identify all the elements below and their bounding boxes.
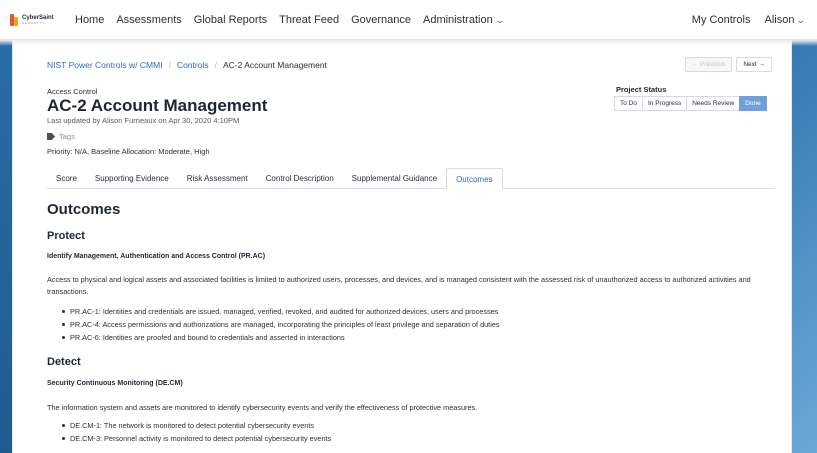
section-heading-detect: Detect <box>47 356 81 368</box>
outcomes-heading: Outcomes <box>47 201 121 218</box>
outcome-list: PR.AC-1: Identities and credentials are … <box>62 307 500 346</box>
list-item: PR.AC-6: Identities are proofed and boun… <box>62 333 500 346</box>
breadcrumb-separator: / <box>168 60 171 70</box>
project-status-group: To Do In Progress Needs Review Done <box>614 96 767 111</box>
control-detail-card: NIST Power Controls w/ CMMI / Controls /… <box>12 40 792 453</box>
user-name: Alison <box>764 13 795 26</box>
previous-button[interactable]: ← Previous <box>684 57 733 72</box>
nav-governance[interactable]: Governance <box>351 14 411 26</box>
chevron-down-icon: ⌄ <box>494 14 505 25</box>
tags-label: Tags <box>59 132 75 141</box>
user-menu[interactable]: Alison ⌄ <box>764 13 807 26</box>
status-in-progress-button[interactable]: In Progress <box>641 96 688 111</box>
breadcrumb-controls[interactable]: Controls <box>177 60 209 70</box>
breadcrumb-project[interactable]: NIST Power Controls w/ CMMI <box>47 60 163 70</box>
cybersaint-logo[interactable]: CyberSaint SECURITY <box>10 13 65 26</box>
tab-risk-assessment[interactable]: Risk Assessment <box>178 168 257 189</box>
last-updated-text: Last updated by Alison Furneaux on Apr 3… <box>47 116 240 125</box>
section-subheading: Security Continuous Monitoring (DE.CM) <box>47 380 183 387</box>
tags-link[interactable]: Tags <box>47 132 75 141</box>
header-shadow <box>0 40 817 46</box>
page-title: AC-2 Account Management <box>47 96 268 115</box>
tab-outcomes[interactable]: Outcomes <box>446 168 503 190</box>
nav-administration[interactable]: Administration ⌄ <box>423 13 505 26</box>
pager: ← Previous Next → <box>684 57 772 72</box>
logo-text: CyberSaint <box>22 14 54 21</box>
priority-text: Priority: N/A, Baseline Allocation: Mode… <box>47 147 210 156</box>
tab-score[interactable]: Score <box>47 168 86 189</box>
status-to-do-button[interactable]: To Do <box>614 96 643 111</box>
list-item: DE.CM-1: The network is monitored to det… <box>62 421 331 434</box>
breadcrumb-separator: / <box>214 60 217 70</box>
breadcrumb-current: AC-2 Account Management <box>222 60 327 70</box>
section-description: Access to physical and logical assets an… <box>47 275 751 296</box>
tab-control-description[interactable]: Control Description <box>257 168 343 189</box>
logo-mark-icon <box>10 13 19 26</box>
list-item: PR.AC-1: Identities and credentials are … <box>62 307 500 320</box>
status-needs-review-button[interactable]: Needs Review <box>686 96 741 111</box>
tab-supplemental-guidance[interactable]: Supplemental Guidance <box>343 168 446 189</box>
main-nav-links: Home Assessments Global Reports Threat F… <box>75 13 505 26</box>
chevron-down-icon: ⌄ <box>796 14 807 25</box>
section-heading-protect: Protect <box>47 230 85 242</box>
project-status-label: Project Status <box>616 85 667 94</box>
list-item: PR.AC-4: Access permissions and authoriz… <box>62 320 500 333</box>
top-navigation-bar: CyberSaint SECURITY Home Assessments Glo… <box>0 0 817 40</box>
control-tabs: Score Supporting Evidence Risk Assessmen… <box>47 168 774 190</box>
tag-icon <box>47 133 55 140</box>
section-subheading: Identify Management, Authentication and … <box>47 253 266 260</box>
next-button[interactable]: Next → <box>736 57 772 72</box>
outcome-list: DE.CM-1: The network is monitored to det… <box>62 421 331 447</box>
tab-supporting-evidence[interactable]: Supporting Evidence <box>86 168 178 189</box>
status-done-button[interactable]: Done <box>739 96 767 111</box>
section-description: The information system and assets are mo… <box>47 403 478 412</box>
logo-subtext: SECURITY <box>22 20 46 25</box>
nav-global-reports[interactable]: Global Reports <box>194 14 267 26</box>
control-category: Access Control <box>47 87 98 96</box>
nav-home[interactable]: Home <box>75 14 104 26</box>
nav-administration-label: Administration <box>423 13 493 26</box>
nav-my-controls[interactable]: My Controls <box>692 14 751 26</box>
nav-assessments[interactable]: Assessments <box>116 14 181 26</box>
breadcrumb: NIST Power Controls w/ CMMI / Controls /… <box>47 60 327 70</box>
list-item: DE.CM-3: Personnel activity is monitored… <box>62 434 331 447</box>
nav-threat-feed[interactable]: Threat Feed <box>279 14 339 26</box>
